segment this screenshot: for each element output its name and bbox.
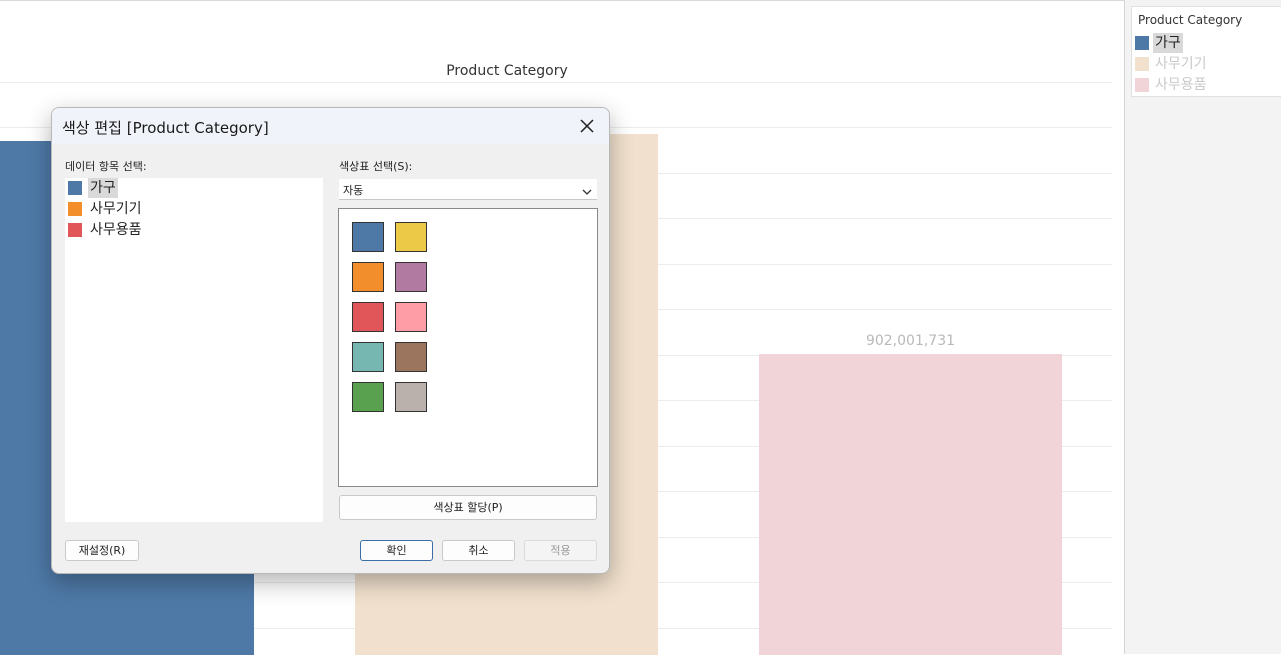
color-swatch[interactable] — [395, 302, 427, 332]
color-legend: Product Category 가구 사무기기 사무용품 — [1131, 6, 1281, 97]
list-swatch — [68, 202, 82, 216]
palette-select[interactable]: 자동 — [339, 179, 597, 200]
legend-swatch — [1135, 57, 1149, 71]
assign-palette-button[interactable]: 색상표 할당(P) — [339, 495, 597, 520]
list-item-office-supplies[interactable]: 사무용품 — [68, 220, 308, 240]
palette-value: 자동 — [343, 184, 364, 197]
legend-label: 가구 — [1153, 33, 1183, 53]
bar-office-supplies[interactable] — [759, 354, 1062, 655]
color-swatch[interactable] — [395, 382, 427, 412]
dialog-titlebar[interactable]: 색상 편집 [Product Category] — [52, 108, 609, 144]
color-swatch[interactable] — [395, 262, 427, 292]
ok-button[interactable]: 확인 — [360, 540, 433, 561]
legend-swatch — [1135, 78, 1149, 92]
list-item-furniture[interactable]: 가구 — [68, 178, 308, 198]
data-item-list[interactable]: 가구 사무기기 사무용품 — [65, 178, 323, 522]
color-swatch[interactable] — [352, 342, 384, 372]
data-items-label: 데이터 항목 선택: — [65, 160, 147, 173]
legend-item-office-equipment[interactable]: 사무기기 — [1135, 54, 1275, 74]
color-swatch[interactable] — [352, 382, 384, 412]
chart-title: Product Category — [446, 63, 568, 79]
gridline — [0, 82, 1112, 83]
cancel-button[interactable]: 취소 — [442, 540, 515, 561]
list-item-office-equipment[interactable]: 사무기기 — [68, 199, 308, 219]
color-swatch[interactable] — [352, 302, 384, 332]
legend-title: Product Category — [1138, 13, 1243, 27]
color-swatch[interactable] — [352, 262, 384, 292]
color-swatch[interactable] — [395, 342, 427, 372]
list-swatch — [68, 181, 82, 195]
legend-label: 사무기기 — [1155, 56, 1207, 72]
apply-button[interactable]: 적용 — [524, 540, 597, 561]
legend-item-office-supplies[interactable]: 사무용품 — [1135, 75, 1275, 95]
color-swatch[interactable] — [395, 222, 427, 252]
reset-button[interactable]: 재설정(R) — [65, 540, 139, 561]
color-swatch[interactable] — [352, 222, 384, 252]
dialog-title: 색상 편집 [Product Category] — [62, 119, 269, 137]
list-item-label: 사무기기 — [90, 201, 142, 217]
bar-value-label: 902,001,731 — [865, 333, 956, 349]
legend-label: 사무용품 — [1155, 77, 1207, 93]
chevron-down-icon — [581, 183, 593, 195]
edit-colors-dialog: 색상 편집 [Product Category] 데이터 항목 선택: 가구 사… — [51, 107, 610, 574]
right-panel: Product Category 가구 사무기기 사무용품 — [1124, 0, 1281, 654]
close-icon[interactable] — [575, 114, 599, 138]
list-item-label: 사무용품 — [90, 222, 142, 238]
list-item-label: 가구 — [88, 178, 118, 198]
legend-swatch — [1135, 36, 1149, 50]
list-swatch — [68, 223, 82, 237]
color-swatch-grid — [338, 208, 598, 487]
palette-label: 색상표 선택(S): — [339, 160, 413, 173]
legend-item-furniture[interactable]: 가구 — [1135, 33, 1275, 53]
